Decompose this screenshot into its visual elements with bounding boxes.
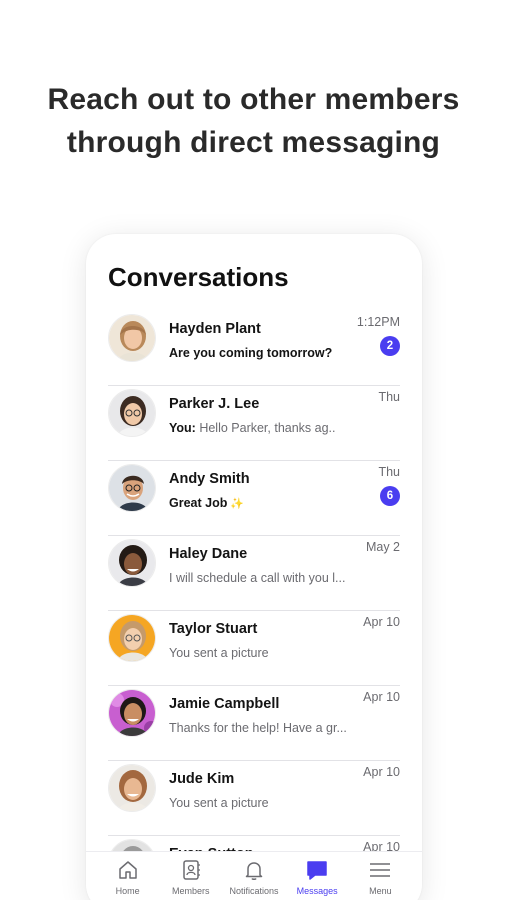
timestamp: May 2 bbox=[365, 540, 400, 554]
tab-label: Messages bbox=[296, 886, 338, 896]
avatar bbox=[108, 464, 156, 512]
avatar bbox=[108, 689, 156, 737]
avatar bbox=[108, 539, 156, 587]
timestamp: Thu bbox=[378, 465, 400, 479]
bottom-tab-bar: Home Members Notifications Messages Menu bbox=[86, 851, 422, 900]
conversation-row-hayden-plant[interactable]: Hayden Plant Are you coming tomorrow? 1:… bbox=[108, 311, 400, 386]
timestamp: Thu bbox=[378, 390, 400, 404]
members-icon bbox=[183, 860, 200, 880]
timestamp: Apr 10 bbox=[363, 765, 400, 779]
timestamp: Apr 10 bbox=[363, 690, 400, 704]
tab-label: Menu bbox=[369, 886, 392, 896]
conversation-row-andy-smith[interactable]: Andy Smith Great Job ✨ Thu 6 bbox=[108, 461, 400, 536]
message-preview: Are you coming tomorrow? bbox=[169, 346, 333, 360]
message-preview: You sent a picture bbox=[169, 646, 269, 660]
headline-line-2: through direct messaging bbox=[66, 126, 441, 159]
message-preview: Great Job ✨ bbox=[169, 496, 244, 510]
contact-name: Parker J. Lee bbox=[169, 396, 260, 412]
contact-name: Taylor Stuart bbox=[169, 621, 258, 637]
conversation-row-jude-kim[interactable]: Jude Kim You sent a picture Apr 10 bbox=[108, 761, 400, 836]
conversation-row-jamie-campbell[interactable]: Jamie Campbell Thanks for the help! Have… bbox=[108, 686, 400, 761]
message-text: Great Job bbox=[169, 496, 228, 510]
tab-messages[interactable]: Messages bbox=[286, 858, 348, 900]
avatar bbox=[108, 764, 156, 812]
page-title: Conversations bbox=[108, 262, 289, 292]
message-preview: I will schedule a call with you l... bbox=[169, 571, 346, 585]
message-preview: You sent a picture bbox=[169, 796, 269, 810]
tab-label: Home bbox=[115, 886, 140, 896]
headline: Reach out to other members through direc… bbox=[0, 78, 507, 164]
avatar bbox=[108, 314, 156, 362]
message-preview: Thanks for the help! Have a gr... bbox=[169, 721, 347, 735]
conversation-row-parker-j-lee[interactable]: Parker J. Lee You: Hello Parker, thanks … bbox=[108, 386, 400, 461]
home-icon bbox=[118, 861, 137, 879]
message-preview: You: Hello Parker, thanks ag.. bbox=[169, 421, 336, 435]
tab-notifications[interactable]: Notifications bbox=[223, 858, 285, 900]
tab-menu[interactable]: Menu bbox=[349, 858, 411, 900]
timestamp: Apr 10 bbox=[363, 615, 400, 629]
chat-icon bbox=[307, 861, 327, 880]
contact-name: Hayden Plant bbox=[169, 321, 261, 337]
tab-home[interactable]: Home bbox=[97, 858, 159, 900]
tab-members[interactable]: Members bbox=[160, 858, 222, 900]
sparkles-icon: ✨ bbox=[230, 498, 245, 510]
avatar bbox=[108, 389, 156, 437]
contact-name: Jude Kim bbox=[169, 771, 235, 787]
bell-icon bbox=[245, 862, 263, 880]
conversation-row-haley-dane[interactable]: Haley Dane I will schedule a call with y… bbox=[108, 536, 400, 611]
phone-screen: Conversations Hayden Plant Are you comin… bbox=[86, 234, 422, 900]
avatar bbox=[108, 614, 156, 662]
you-prefix: You: bbox=[169, 421, 196, 435]
conversation-row-taylor-stuart[interactable]: Taylor Stuart You sent a picture Apr 10 bbox=[108, 611, 400, 686]
tab-label: Members bbox=[172, 886, 210, 896]
unread-badge: 6 bbox=[380, 486, 400, 506]
message-text: Hello Parker, thanks ag.. bbox=[195, 421, 336, 435]
contact-name: Jamie Campbell bbox=[169, 696, 280, 712]
timestamp: 1:12PM bbox=[356, 315, 400, 329]
tab-label: Notifications bbox=[229, 886, 279, 896]
headline-line-1: Reach out to other members bbox=[47, 83, 460, 116]
contact-name: Haley Dane bbox=[169, 546, 248, 562]
contact-name: Andy Smith bbox=[169, 471, 250, 487]
menu-icon bbox=[370, 863, 391, 877]
unread-badge: 2 bbox=[380, 336, 400, 356]
conversation-list: Hayden Plant Are you coming tomorrow? 1:… bbox=[86, 311, 422, 900]
